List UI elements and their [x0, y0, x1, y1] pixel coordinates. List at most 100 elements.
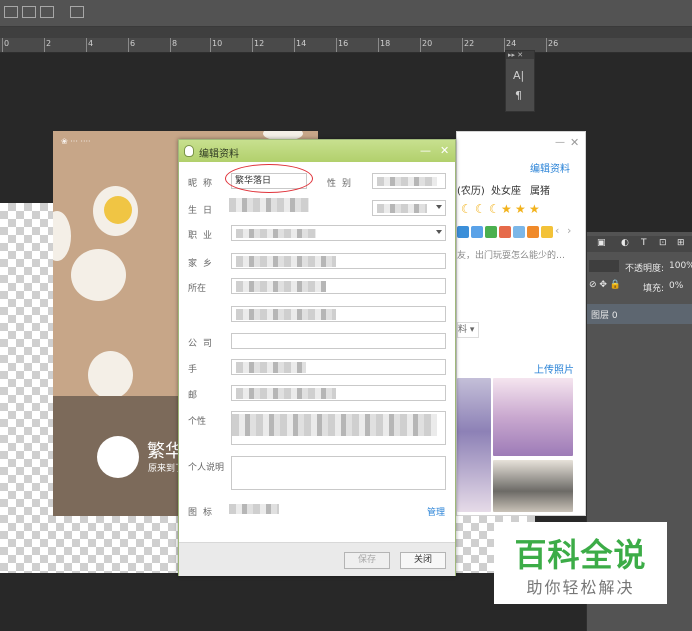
layer-name: 图层 0 — [591, 311, 618, 321]
watermark: 百科全说 助你轻松解决 — [494, 522, 667, 604]
job-select[interactable] — [231, 225, 446, 241]
dropdown-label: 料 — [458, 325, 468, 335]
service-icon[interactable] — [485, 226, 497, 238]
character-panel: ▸▸ ✕ A| ¶ — [505, 50, 535, 112]
chevron-left-icon[interactable]: ‹ — [555, 224, 559, 237]
ruler-label: 18 — [380, 39, 391, 48]
dialog-titlebar: 编辑资料 — ✕ — [179, 140, 455, 162]
location-label: 所在 — [188, 284, 207, 294]
minimize-icon[interactable]: — — [420, 144, 431, 157]
job-label: 职业 — [188, 231, 219, 241]
ruler-label: 0 — [4, 39, 10, 48]
opacity-value[interactable]: 100% — [669, 261, 692, 271]
hometown-select[interactable] — [231, 253, 446, 269]
fill-label: 填充: — [643, 284, 665, 294]
align-left-icon[interactable] — [4, 6, 18, 18]
close-button[interactable]: 关闭 — [400, 552, 446, 569]
align-center-icon[interactable] — [22, 6, 36, 18]
paragraph-icon[interactable]: ¶ — [515, 89, 522, 102]
location-select[interactable] — [231, 278, 446, 294]
service-icon[interactable] — [457, 226, 469, 238]
manage-link[interactable]: 管理 — [427, 505, 445, 518]
blend-mode-select[interactable] — [589, 260, 619, 272]
card-logo: ❀ ··· ···· — [61, 137, 91, 146]
smart-filter-icon[interactable]: ⊞ — [677, 238, 685, 248]
icons-label: 图标 — [188, 508, 219, 518]
company-label: 公司 — [188, 339, 219, 349]
fill-row: ⊘ ✥ 🔒 填充: 0% — [587, 280, 692, 294]
zodiac-label: 处女座 — [491, 186, 521, 197]
ruler-label: 10 — [212, 39, 223, 48]
badge-icons — [229, 504, 279, 514]
service-icon[interactable] — [513, 226, 525, 238]
egg-illustration — [71, 249, 126, 301]
document-tab-strip — [0, 27, 692, 38]
layer-row[interactable]: 图层 0 — [587, 304, 692, 324]
layers-filter-bar: ▣ ◐ T ⊡ ⊞ — [587, 236, 692, 252]
panel-header: ▸▸ ✕ — [506, 51, 534, 59]
save-button[interactable]: 保存 — [344, 552, 390, 569]
close-icon[interactable]: ✕ — [570, 136, 579, 149]
egg-illustration — [88, 351, 133, 399]
watermark-subtitle: 助你轻松解决 — [526, 578, 635, 597]
ruler-label: 2 — [46, 39, 52, 48]
qq-profile-panel: — ✕ 编辑资料 (农历) 处女座 属猪 ☾ ☾ ☾ ★ ★ ★ ‹ › 友，出… — [456, 131, 586, 516]
character-icon[interactable]: A| — [513, 69, 524, 82]
chinese-zodiac-label: 属猪 — [530, 186, 550, 197]
chevron-right-icon[interactable]: › — [567, 224, 571, 237]
service-icon[interactable] — [471, 226, 483, 238]
hometown-label: 家乡 — [188, 259, 219, 269]
photo-thumbnail[interactable] — [493, 378, 573, 456]
mobile-label: 手 — [188, 365, 204, 375]
ruler-label: 4 — [88, 39, 94, 48]
level-moon-icon: ☾ — [489, 202, 500, 216]
minimize-icon[interactable]: — — [555, 137, 565, 148]
personal-textarea[interactable] — [231, 411, 446, 445]
dialog-title: 编辑资料 — [199, 149, 239, 160]
shape-filter-icon[interactable]: ⊡ — [659, 238, 667, 248]
description-textarea[interactable] — [231, 456, 446, 490]
nickname-label: 昵称 — [188, 179, 219, 189]
upload-photo-link[interactable]: 上传照片 — [534, 361, 574, 376]
close-icon[interactable]: ✕ — [440, 144, 449, 157]
highlight-circle — [225, 164, 313, 193]
egg-yolk — [104, 196, 132, 224]
watermark-title: 百科全说 — [514, 536, 647, 574]
gender-select[interactable] — [372, 173, 446, 189]
photo-thumbnail[interactable] — [457, 378, 491, 512]
adjustment-filter-icon[interactable]: ◐ — [621, 238, 629, 248]
birthday-value[interactable] — [229, 198, 309, 212]
level-moon-icon: ☾ — [461, 202, 472, 216]
email-input[interactable] — [231, 385, 446, 401]
company-input[interactable] — [231, 333, 446, 349]
ruler-label: 8 — [172, 39, 178, 48]
mobile-input[interactable] — [231, 359, 446, 375]
ruler-label: 22 — [464, 39, 475, 48]
ruler-label: 16 — [338, 39, 349, 48]
photoshop-toolbar — [0, 0, 692, 27]
fill-value[interactable]: 0% — [669, 281, 683, 291]
level-star-icon: ★ — [501, 202, 512, 216]
signature-text: 友，出门玩耍怎么能少的… — [457, 251, 566, 261]
profile-dropdown[interactable]: 料 ▾ — [457, 322, 479, 338]
ruler-label: 24 — [506, 39, 517, 48]
ruler-label: 26 — [548, 39, 559, 48]
ruler-label: 6 — [130, 39, 136, 48]
level-star-icon: ★ — [515, 202, 526, 216]
egg-illustration — [53, 211, 71, 261]
service-icon[interactable] — [499, 226, 511, 238]
location-detail-input[interactable] — [231, 306, 446, 322]
edit-profile-dialog: 编辑资料 — ✕ 昵称 繁华落日 性别 生日 职业 家乡 所在 公司 手 邮 个… — [178, 139, 456, 576]
lock-icon[interactable]: ⊘ ✥ 🔒 — [589, 280, 621, 290]
photo-thumbnail[interactable] — [493, 460, 573, 512]
align-right-icon[interactable] — [40, 6, 54, 18]
service-icon[interactable] — [541, 226, 553, 238]
image-filter-icon[interactable]: ▣ — [597, 238, 606, 248]
ruler-label: 20 — [422, 39, 433, 48]
edit-profile-link[interactable]: 编辑资料 — [530, 160, 570, 175]
service-icon[interactable] — [527, 226, 539, 238]
type-filter-icon[interactable]: T — [641, 238, 647, 248]
blood-type-select[interactable] — [372, 200, 446, 216]
avatar — [97, 436, 139, 478]
distribute-icon[interactable] — [70, 6, 84, 18]
